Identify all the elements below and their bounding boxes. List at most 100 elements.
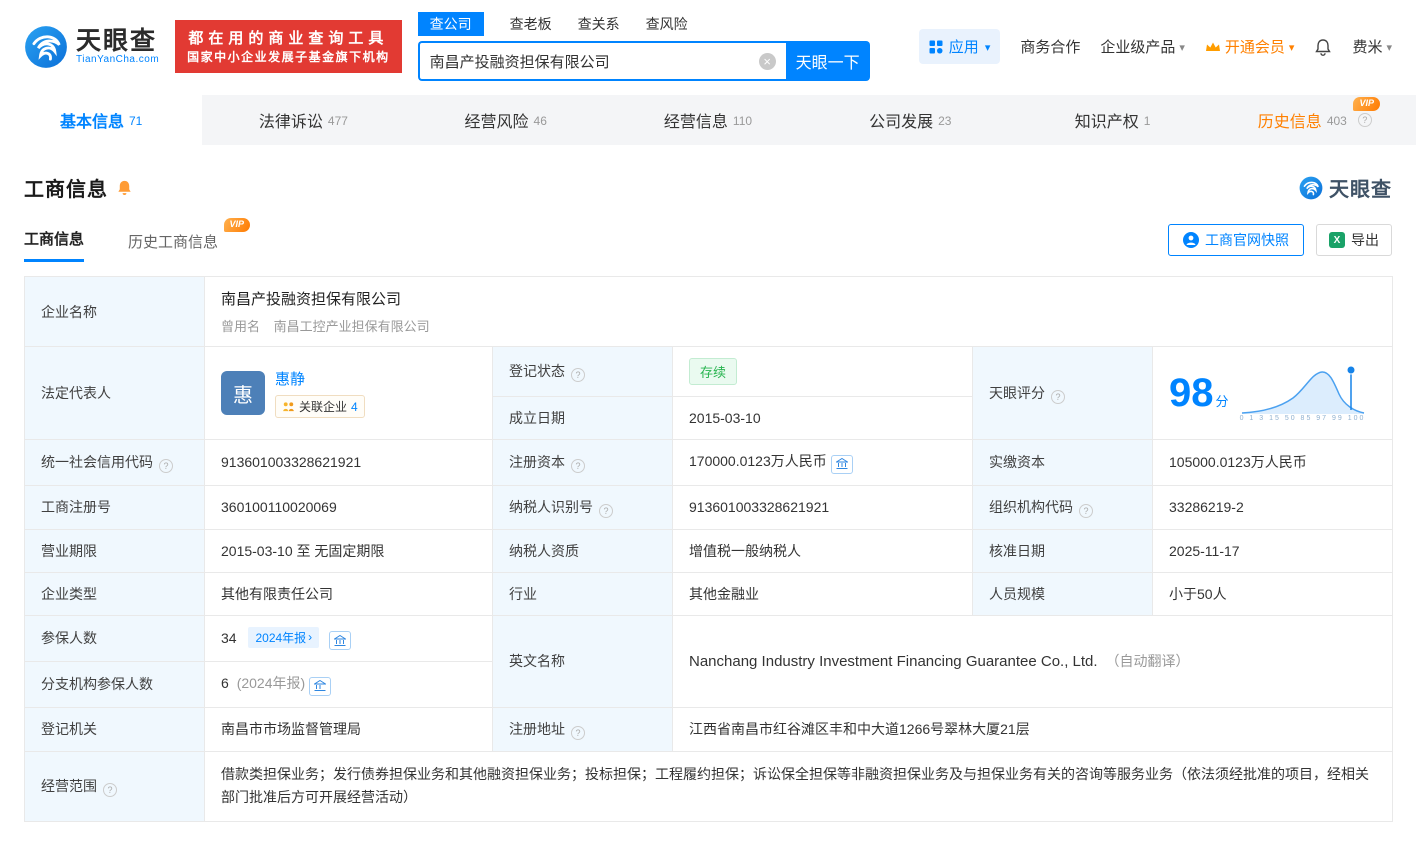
- tab-label: 知识产权: [1074, 114, 1139, 131]
- field-label: 行业: [509, 585, 537, 602]
- tianyan-score[interactable]: 98 分 0 1 3 15 50 85 97 99 100: [1169, 364, 1376, 422]
- help-icon[interactable]: [571, 458, 585, 473]
- tab-business-info[interactable]: 经营信息 110: [607, 95, 809, 145]
- tab-history-info[interactable]: VIP 历史信息 403: [1214, 95, 1416, 145]
- company-name: 南昌产投融资担保有限公司: [221, 291, 402, 308]
- chevron-down-icon: [1289, 38, 1295, 55]
- subtab-business-registration[interactable]: 工商信息: [24, 228, 85, 262]
- help-icon[interactable]: [571, 368, 585, 382]
- auto-translate-note: （自动翻译）: [1105, 653, 1190, 669]
- user-name: 费米: [1352, 39, 1383, 56]
- section-title: 工商信息: [24, 179, 108, 201]
- search-tab-company[interactable]: 查公司: [417, 12, 484, 36]
- search-row: 天眼一下: [417, 41, 870, 81]
- field-label: 组织机构代码: [989, 498, 1073, 515]
- former-name: 南昌工控产业担保有限公司: [273, 319, 430, 334]
- field-value: 6: [221, 675, 229, 691]
- help-icon[interactable]: [103, 782, 117, 797]
- tab-count: 110: [732, 114, 753, 128]
- score-unit: 分: [1215, 394, 1229, 409]
- help-icon[interactable]: [571, 725, 585, 740]
- tab-count: 71: [128, 114, 143, 128]
- tab-legal-proceedings[interactable]: 法律诉讼 477: [202, 95, 404, 145]
- export-button[interactable]: 导出: [1316, 224, 1392, 256]
- related-companies-icon: [283, 402, 294, 412]
- banner-line2: 国家中小企业发展子基金旗下机构: [187, 49, 390, 64]
- annual-report-badge[interactable]: 2024年报: [248, 626, 320, 648]
- field-label: 纳税人资质: [509, 542, 579, 559]
- tianyancha-logo-icon: [25, 25, 67, 68]
- field-label: 企业名称: [41, 303, 97, 320]
- table-row: 营业期限 2015-03-10 至 无固定期限 纳税人资质 增值税一般纳税人 核…: [24, 528, 1394, 573]
- tab-company-development[interactable]: 公司发展 23: [809, 95, 1011, 145]
- tab-count: 46: [533, 114, 547, 128]
- field-label: 人员规模: [989, 585, 1045, 602]
- english-name: Nanchang Industry Investment Financing G…: [689, 653, 1098, 670]
- field-value: 南昌市市场监督管理局: [221, 721, 361, 737]
- subtab-row: 工商信息 VIP 历史工商信息 工商官网快照 导出: [24, 218, 1392, 262]
- nav-business-cooperation[interactable]: 商务合作: [1020, 36, 1080, 57]
- field-value: 2015-03-10: [689, 410, 761, 426]
- tab-intellectual-property[interactable]: 知识产权 1: [1011, 95, 1213, 145]
- help-icon[interactable]: [1051, 389, 1065, 404]
- chevron-down-icon: [1179, 38, 1185, 55]
- logo-title: 天眼查: [76, 26, 158, 55]
- enterprise-products-label: 企业级产品: [1100, 39, 1176, 56]
- score-distribution-chart: [1241, 365, 1364, 414]
- official-snapshot-button[interactable]: 工商官网快照: [1168, 224, 1304, 256]
- tab-count: 477: [327, 114, 348, 128]
- legal-rep-link[interactable]: 惠静: [275, 368, 365, 389]
- field-value: 2015-03-10 至 无固定期限: [221, 542, 385, 559]
- field-label: 统一社会信用代码: [41, 453, 153, 470]
- field-label: 天眼评分: [989, 384, 1045, 401]
- tianyancha-logo[interactable]: 天眼查 TianYanCha.com: [24, 25, 159, 69]
- logo-text: 天眼查 TianYanCha.com: [76, 26, 159, 66]
- clear-search-icon[interactable]: [758, 52, 776, 70]
- notification-bell-icon[interactable]: [1314, 38, 1332, 56]
- chevron-down-icon: [985, 38, 991, 55]
- field-label: 成立日期: [509, 410, 565, 426]
- source-registry-icon[interactable]: [329, 631, 352, 650]
- search-tab-boss[interactable]: 查老板: [510, 12, 552, 36]
- nav-user-menu[interactable]: 费米: [1352, 36, 1392, 57]
- search-tab-relation[interactable]: 查关系: [578, 12, 620, 36]
- search-button[interactable]: 天眼一下: [785, 41, 870, 81]
- brand-watermark: 天眼查: [1299, 173, 1392, 202]
- open-vip-label: 开通会员: [1224, 39, 1285, 56]
- help-icon[interactable]: [159, 458, 173, 473]
- tab-count: 403: [1326, 114, 1347, 128]
- apps-menu[interactable]: 应用: [918, 29, 1001, 64]
- nav-open-vip[interactable]: 开通会员: [1205, 36, 1295, 57]
- legal-rep-avatar[interactable]: 惠: [221, 371, 265, 415]
- tab-basic-info[interactable]: 基本信息 71: [0, 95, 203, 145]
- source-registry-icon[interactable]: [309, 676, 332, 696]
- brand-text: 天眼查: [1329, 179, 1392, 201]
- source-registry-icon[interactable]: [830, 454, 853, 474]
- score-chart-wrap: 0 1 3 15 50 85 97 99 100: [1239, 364, 1367, 422]
- table-row: 参保人数 34 2024年报 英文名称 Nanchang Industry In…: [24, 614, 1394, 708]
- field-label: 工商注册号: [41, 499, 111, 515]
- help-icon[interactable]: [599, 503, 613, 518]
- help-icon[interactable]: [1357, 113, 1372, 127]
- table-row: 企业类型 其他有限责任公司 行业 其他金融业 人员规模 小于50人: [24, 571, 1394, 616]
- former-name-row: 曾用名 南昌工控产业担保有限公司: [221, 316, 1376, 335]
- help-icon[interactable]: [1079, 503, 1093, 518]
- related-companies-badge[interactable]: 关联企业 4: [275, 395, 365, 418]
- field-value: 增值税一般纳税人: [689, 542, 801, 559]
- top-header: 天眼查 TianYanCha.com 都在用的商业查询工具 国家中小企业发展子基…: [0, 0, 1416, 89]
- promo-banner: 都在用的商业查询工具 国家中小企业发展子基金旗下机构: [175, 19, 402, 74]
- nav-enterprise-products[interactable]: 企业级产品: [1100, 36, 1185, 57]
- search-input[interactable]: [429, 52, 759, 70]
- search-tab-risk[interactable]: 查风险: [646, 12, 688, 36]
- field-label: 实缴资本: [989, 454, 1045, 471]
- subscribe-bell-icon[interactable]: [116, 179, 133, 196]
- tab-operational-risk[interactable]: 经营风险 46: [405, 95, 607, 145]
- tab-label: 历史信息: [1257, 114, 1322, 131]
- score-axis-labels: 0 1 3 15 50 85 97 99 100: [1239, 415, 1366, 422]
- subtab-history-registration[interactable]: VIP 历史工商信息: [128, 218, 251, 262]
- field-label: 营业期限: [41, 542, 97, 559]
- field-value: 其他金融业: [689, 585, 759, 602]
- annual-report-note: (2024年报): [236, 675, 306, 691]
- field-value: 170000.0123万人民币: [689, 453, 827, 469]
- field-label: 登记机关: [41, 721, 97, 737]
